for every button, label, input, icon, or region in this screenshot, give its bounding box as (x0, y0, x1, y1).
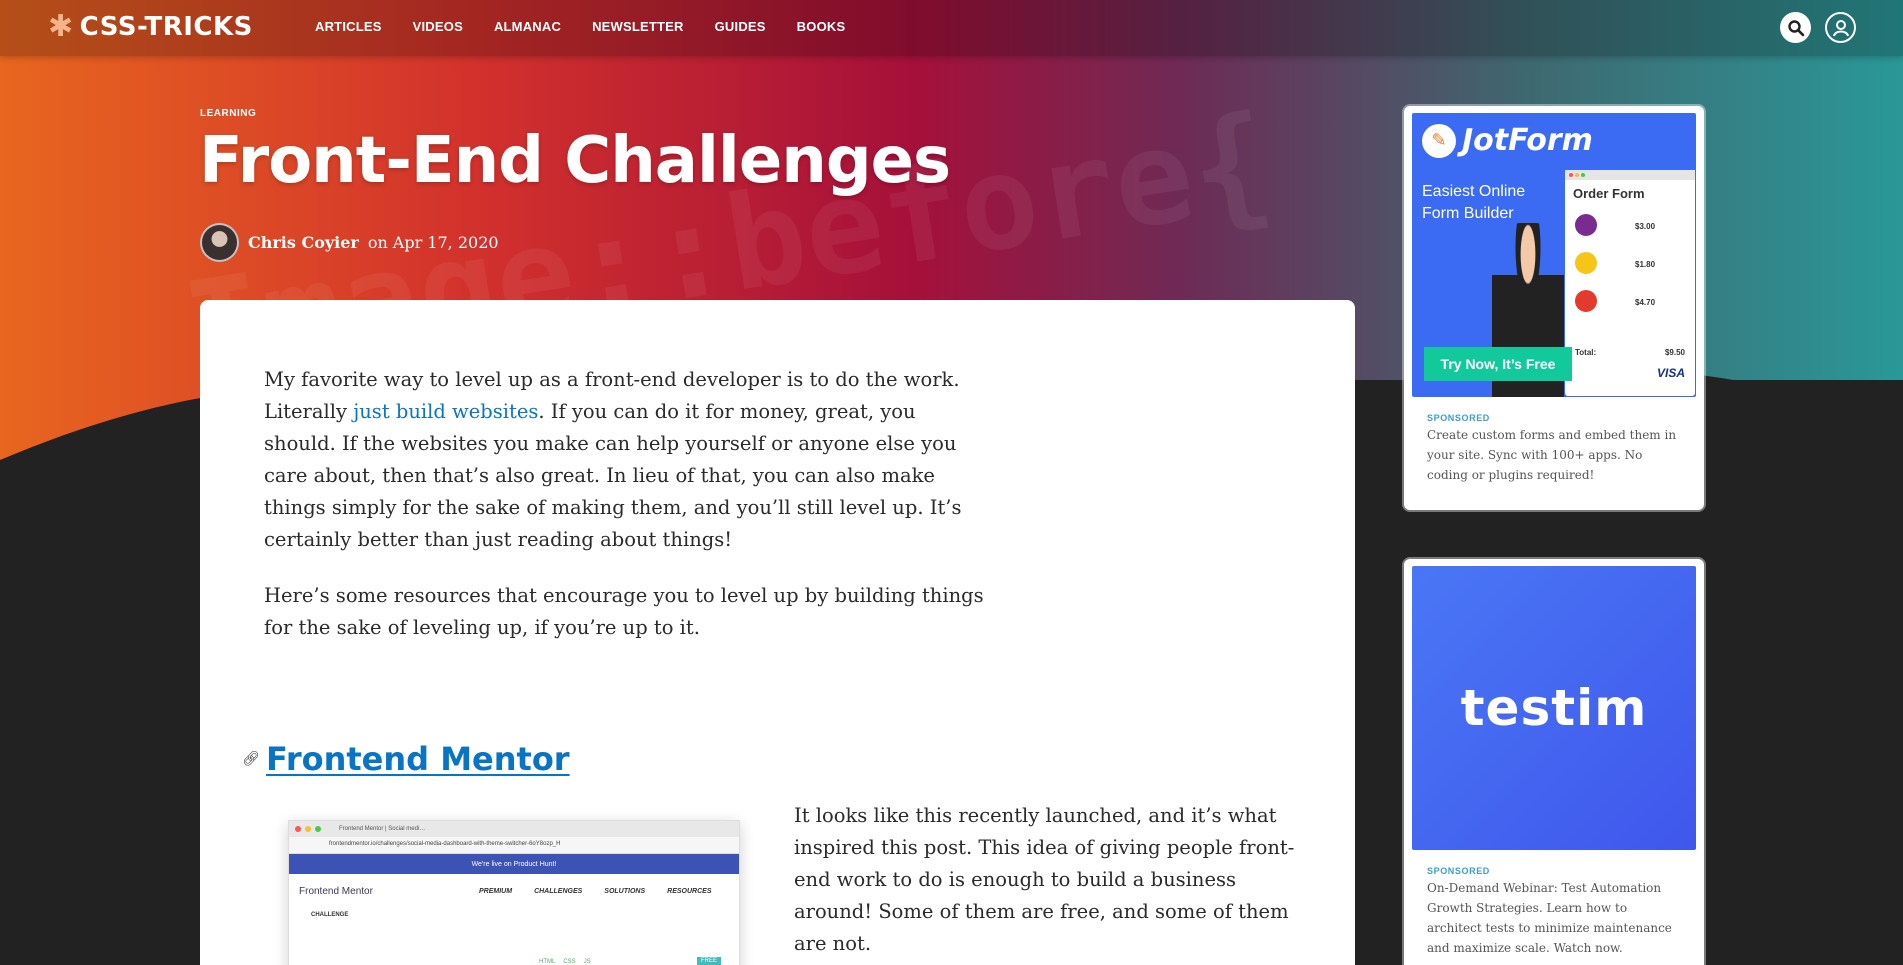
site-header: ✱ CSS-TRICKS ARTICLES VIDEOS ALMANAC NEW… (0, 0, 1903, 56)
pencil-icon: ✎ (1422, 123, 1456, 158)
nav-books[interactable]: BOOKS (797, 19, 846, 34)
nav-videos[interactable]: VIDEOS (413, 19, 463, 34)
sponsored-label: SPONSORED (1427, 413, 1490, 423)
article-category[interactable]: LEARNING (200, 108, 256, 119)
screenshot-banner: We're live on Product Hunt! (289, 854, 739, 874)
screenshot-nav: Frontend Mentor PREMIUM CHALLENGES SOLUT… (289, 874, 739, 908)
visa-logo: VISA (1656, 366, 1685, 380)
user-icon (1832, 19, 1849, 36)
screenshot-challenge-label: CHALLENGE (311, 912, 349, 918)
jotform-cta-button[interactable]: Try Now, It’s Free (1424, 347, 1572, 381)
screenshot-free-badge: FREE (696, 957, 721, 965)
price-2: $1.80 (1635, 260, 1656, 269)
ad-description[interactable]: On-Demand Webinar: Test Automation Growt… (1427, 878, 1683, 958)
jotform-logo: ✎ JotForm (1422, 123, 1593, 158)
jotform-tagline: Easiest Online Form Builder (1422, 183, 1526, 222)
browser-url: frontendmentor.io/challenges/social-medi… (289, 837, 739, 854)
ad-description[interactable]: Create custom forms and embed them in yo… (1427, 425, 1683, 485)
screenshot-nav-item: SOLUTIONS (604, 887, 646, 895)
frontend-mentor-screenshot: Frontend Mentor | Social medi… frontendm… (288, 820, 740, 965)
total-label: Total: (1575, 348, 1597, 357)
search-icon (1787, 19, 1804, 36)
main-nav: ARTICLES VIDEOS ALMANAC NEWSLETTER GUIDE… (315, 19, 845, 34)
price-3: $4.70 (1635, 298, 1656, 307)
just-build-websites-link[interactable]: just build websites (353, 400, 538, 423)
testim-logo: testim (1460, 679, 1648, 737)
browser-tabbar: Frontend Mentor | Social medi… (289, 821, 739, 837)
screenshot-nav-item: CHALLENGES (534, 887, 583, 895)
close-dot-icon (295, 826, 301, 832)
account-button[interactable] (1825, 12, 1856, 43)
article-paragraph-1: My favorite way to level up as a front-e… (264, 368, 962, 551)
byline: Chris Coyier on Apr 17, 2020 (200, 223, 499, 262)
section-heading: 🔗︎ Frontend Mentor (242, 740, 570, 778)
nav-articles[interactable]: ARTICLES (315, 19, 382, 34)
nav-newsletter[interactable]: NEWSLETTER (592, 19, 684, 34)
article-card: My favorite way to level up as a front-e… (200, 300, 1355, 965)
section-paragraph: It looks like this recently launched, an… (794, 804, 1295, 955)
price-1: $3.00 (1635, 222, 1656, 231)
page-title: Front-End Challenges (199, 124, 951, 198)
jotform-order-form: Order Form $3.00 $1.80 $4.70 Total: $9.5… (1565, 170, 1695, 396)
article-paragraph-2: Here’s some resources that encourage you… (264, 584, 984, 639)
sponsored-label: SPONSORED (1427, 866, 1490, 876)
header-actions (1780, 12, 1856, 43)
browser-tab-title: Frontend Mentor | Social medi… (339, 826, 426, 832)
screenshot-brand: Frontend Mentor (299, 885, 373, 897)
minimize-dot-icon (305, 826, 311, 832)
anchor-link-icon[interactable]: 🔗︎ (242, 751, 260, 767)
banana-icon (1575, 252, 1597, 274)
sponsor-ad-jotform[interactable]: ✎ JotForm Easiest Online Form Builder Or… (1404, 106, 1704, 510)
byline-date-prefix: on (367, 233, 388, 252)
screenshot-tags: HTML CSS JS (539, 959, 591, 965)
maximize-dot-icon (315, 826, 321, 832)
testim-ad-image[interactable]: testim (1412, 566, 1696, 850)
post-date: Apr 17, 2020 (392, 233, 499, 252)
jotform-ad-image[interactable]: ✎ JotForm Easiest Online Form Builder Or… (1412, 113, 1696, 397)
grape-icon (1575, 214, 1597, 236)
screenshot-nav-item: PREMIUM (479, 887, 513, 895)
nav-guides[interactable]: GUIDES (715, 19, 766, 34)
site-logo[interactable]: ✱ CSS-TRICKS (48, 9, 253, 44)
total-value: $9.50 (1664, 348, 1685, 357)
asterisk-icon: ✱ (48, 9, 74, 44)
search-button[interactable] (1780, 12, 1811, 43)
screenshot-nav-item: RESOURCES (667, 887, 712, 895)
section-title-link[interactable]: Frontend Mentor (266, 740, 570, 778)
apple-icon (1575, 290, 1597, 312)
sponsor-ad-testim[interactable]: testim SPONSORED On-Demand Webinar: Test… (1404, 559, 1704, 965)
logo-text: CSS-TRICKS (79, 12, 253, 42)
author-link[interactable]: Chris Coyier (248, 233, 359, 252)
author-avatar[interactable] (200, 223, 239, 262)
nav-almanac[interactable]: ALMANAC (494, 19, 561, 34)
order-form-title: Order Form (1573, 186, 1645, 201)
